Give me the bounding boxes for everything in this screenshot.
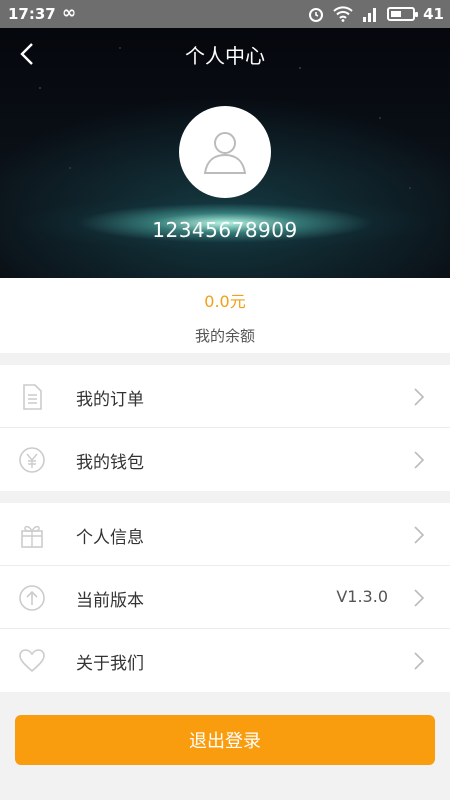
gift-icon <box>21 525 43 548</box>
signal-icon <box>363 8 377 22</box>
chevron-right-icon <box>414 451 425 469</box>
chevron-right-icon <box>414 388 425 406</box>
menu-item-orders[interactable]: 我的订单 <box>0 365 450 428</box>
wifi-icon <box>333 6 353 22</box>
status-time: 17:37 <box>8 5 56 23</box>
avatar[interactable] <box>179 106 271 198</box>
menu-label: 我的钱包 <box>76 453 144 473</box>
menu-label: 关于我们 <box>76 654 144 674</box>
balance-section[interactable]: 0.0元 我的余额 <box>0 278 450 353</box>
upload-icon <box>19 585 45 611</box>
menu-group-orders: 我的订单 我的钱包 <box>0 365 450 491</box>
menu-group-settings: 个人信息 当前版本 V1.3.0 关于我们 <box>0 503 450 692</box>
menu-label: 个人信息 <box>76 528 144 548</box>
status-bar: 17:37 ∞ 41 <box>0 0 450 28</box>
menu-item-version[interactable]: 当前版本 V1.3.0 <box>0 566 450 629</box>
infinity-icon: ∞ <box>62 3 77 23</box>
chevron-right-icon <box>414 589 425 607</box>
battery-icon <box>387 7 419 21</box>
yen-icon <box>19 447 45 473</box>
chevron-right-icon <box>414 526 425 544</box>
menu-label: 我的订单 <box>76 390 144 410</box>
balance-label: 我的余额 <box>194 327 255 345</box>
user-icon <box>203 132 247 174</box>
menu-item-profile[interactable]: 个人信息 <box>0 503 450 566</box>
logout-button[interactable]: 退出登录 <box>15 715 435 765</box>
user-phone: 12345678909 <box>152 218 298 242</box>
page-title: 个人中心 <box>185 44 265 68</box>
version-value: V1.3.0 <box>336 587 388 606</box>
alarm-icon <box>309 8 324 22</box>
battery-level: 41 <box>423 5 444 23</box>
chevron-right-icon <box>414 652 425 670</box>
document-icon <box>23 384 42 410</box>
profile-header: 个人中心 12345678909 <box>0 28 450 278</box>
status-icons: 41 <box>307 5 444 23</box>
heart-icon <box>19 649 45 673</box>
balance-amount: 0.0元 <box>204 292 246 311</box>
menu-item-about[interactable]: 关于我们 <box>0 629 450 692</box>
menu-label: 当前版本 <box>76 591 144 611</box>
menu-item-wallet[interactable]: 我的钱包 <box>0 428 450 491</box>
